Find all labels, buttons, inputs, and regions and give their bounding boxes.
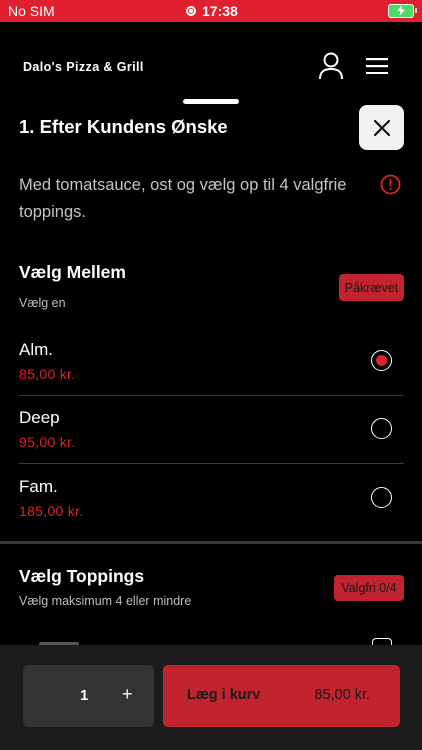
toppings-group-title: Vælg Toppings — [19, 566, 145, 586]
option-name: Deep — [19, 408, 60, 427]
battery-charging-icon — [388, 4, 417, 18]
info-icon[interactable] — [380, 174, 401, 195]
quantity-stepper: 1 + — [23, 665, 154, 727]
optional-badge: Valgfri 0/4 — [334, 575, 404, 601]
section-divider — [0, 541, 422, 544]
carrier-label: No SIM — [8, 3, 55, 19]
clock-time: 17:38 — [202, 3, 238, 19]
restaurant-name: Dalo's Pizza & Grill — [23, 60, 144, 74]
item-description: Med tomatsauce, ost og vælg op til 4 val… — [19, 176, 347, 221]
quantity-value: 1 — [80, 687, 89, 704]
radio-button-selected[interactable] — [371, 350, 392, 371]
size-option-alm[interactable]: Alm. 85,00 kr. — [19, 328, 404, 396]
option-price: 185,00 kr. — [19, 503, 84, 519]
radio-button[interactable] — [371, 487, 392, 508]
bottom-action-bar: 1 + Læg i kurv 85,00 kr. — [0, 645, 422, 750]
sheet-drag-handle[interactable] — [183, 99, 239, 104]
item-title: 1. Efter Kundens Ønske — [19, 116, 228, 137]
status-bar: No SIM 17:38 — [0, 0, 422, 22]
total-price: 85,00 kr. — [314, 687, 370, 703]
clock: 17:38 — [186, 3, 238, 19]
add-to-cart-button[interactable]: Læg i kurv 85,00 kr. — [163, 665, 400, 727]
option-price: 85,00 kr. — [19, 366, 76, 382]
close-icon — [373, 119, 390, 136]
toppings-group-subtitle: Vælg maksimum 4 eller mindre — [19, 594, 192, 608]
increase-quantity-button[interactable]: + — [122, 684, 133, 705]
size-option-deep[interactable]: Deep 95,00 kr. — [19, 396, 404, 464]
option-name: Alm. — [19, 340, 53, 359]
menu-icon[interactable] — [366, 58, 388, 74]
close-button[interactable] — [359, 105, 404, 150]
size-option-fam[interactable]: Fam. 185,00 kr. — [19, 465, 404, 533]
size-group-title: Vælg Mellem — [19, 262, 126, 282]
add-to-cart-label: Læg i kurv — [187, 687, 261, 703]
option-price: 95,00 kr. — [19, 434, 76, 450]
radio-button[interactable] — [371, 418, 392, 439]
user-icon[interactable] — [318, 52, 344, 80]
required-badge: Påkrævet — [339, 274, 404, 301]
option-name: Fam. — [19, 477, 58, 496]
screen-record-icon — [186, 6, 196, 16]
size-group-subtitle: Vælg en — [19, 296, 66, 310]
